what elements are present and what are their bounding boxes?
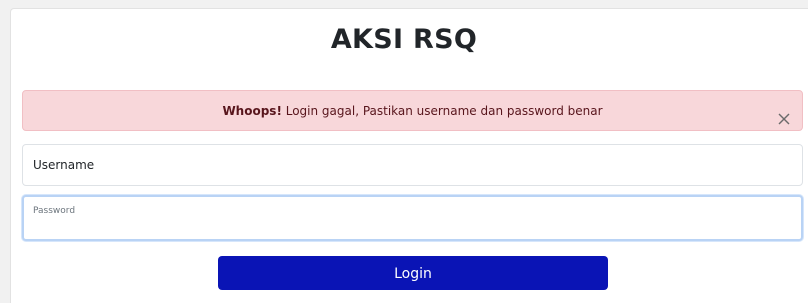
alert-strong-text: Whoops!: [222, 104, 282, 118]
alert-message: Login gagal, Pastikan username dan passw…: [281, 104, 603, 118]
error-alert: Whoops! Login gagal, Pastikan username d…: [22, 90, 803, 131]
password-field[interactable]: Password: [22, 195, 803, 241]
username-field[interactable]: Username: [22, 144, 803, 186]
page-title: AKSI RSQ: [330, 24, 478, 55]
password-label: Password: [33, 206, 76, 216]
login-button[interactable]: Login: [218, 256, 608, 290]
username-placeholder: Username: [33, 158, 95, 172]
close-icon[interactable]: [776, 103, 792, 125]
